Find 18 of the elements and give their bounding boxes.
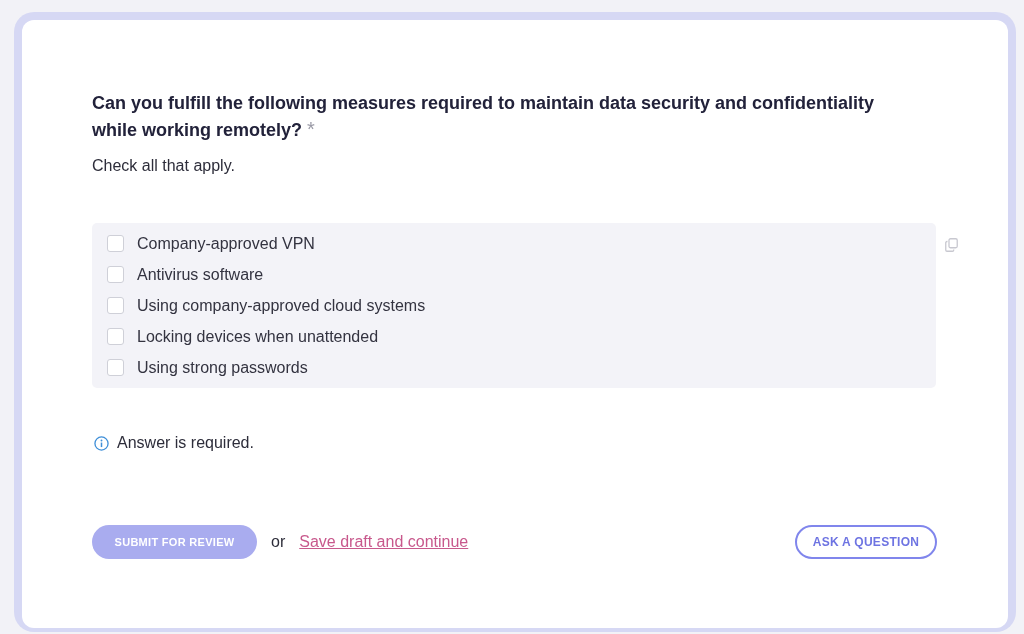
option-label[interactable]: Locking devices when unattended [137,326,379,347]
option-label[interactable]: Using strong passwords [137,357,308,378]
option-label[interactable]: Antivirus software [137,264,264,285]
checkbox[interactable] [107,359,124,376]
option-label[interactable]: Company-approved VPN [137,233,315,254]
save-draft-link[interactable]: Save draft and continue [299,530,469,554]
checkbox[interactable] [107,266,124,283]
ask-question-button[interactable]: ASK A QUESTION [795,525,937,559]
or-text: or [271,532,286,552]
hint-text: Check all that apply. [92,156,235,176]
copy-icon[interactable] [945,238,958,252]
checkbox[interactable] [107,328,124,345]
question-title: Can you fulfill the following measures required to maintain data security and confidentiality while working remotely? * [92,92,876,142]
info-icon [94,435,109,451]
checkbox[interactable] [107,297,124,314]
option-label[interactable]: Using company-approved cloud systems [137,295,426,316]
validation-message: Answer is required. [117,433,254,453]
checkbox[interactable] [107,235,124,252]
